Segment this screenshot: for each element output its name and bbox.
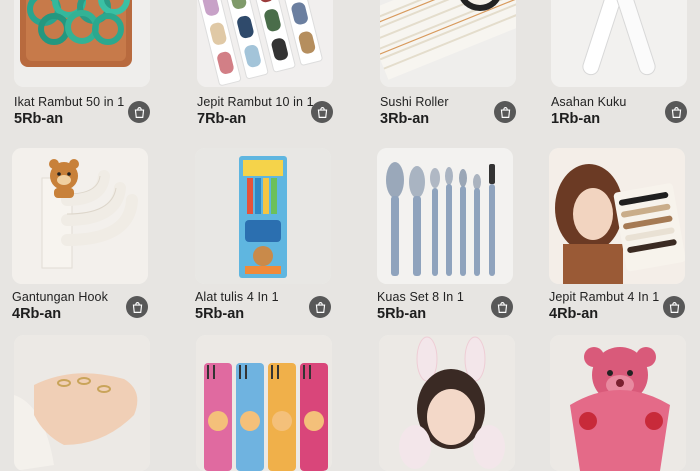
product-price: 5Rb-an xyxy=(14,111,64,127)
add-to-cart-button[interactable] xyxy=(665,101,687,123)
product-image[interactable] xyxy=(377,148,513,284)
product-name: Ikat Rambut 50 in 1 xyxy=(14,95,125,109)
product-price: 5Rb-an xyxy=(195,306,245,322)
product-image[interactable] xyxy=(195,148,331,284)
product-price: 5Rb-an xyxy=(377,306,427,322)
product-price: 7Rb-an xyxy=(197,111,247,127)
add-to-cart-button[interactable] xyxy=(491,296,513,318)
add-to-cart-button[interactable] xyxy=(311,101,333,123)
product-price: 4Rb-an xyxy=(12,306,62,322)
product-image[interactable] xyxy=(14,0,150,87)
shopping-bag-icon xyxy=(315,301,325,313)
add-to-cart-button[interactable] xyxy=(309,296,331,318)
product-name: Kuas Set 8 In 1 xyxy=(377,290,464,304)
shopping-bag-icon xyxy=(134,106,144,118)
product-image[interactable] xyxy=(549,148,685,284)
product-price: 1Rb-an xyxy=(551,111,601,127)
add-to-cart-button[interactable] xyxy=(494,101,516,123)
product-name: Gantungan Hook xyxy=(12,290,108,304)
product-name: Jepit Rambut 4 In 1 xyxy=(549,290,660,304)
shopping-bag-icon xyxy=(669,301,679,313)
shopping-bag-icon xyxy=(132,301,142,313)
product-price: 4Rb-an xyxy=(549,306,599,322)
product-image[interactable] xyxy=(197,0,333,87)
add-to-cart-button[interactable] xyxy=(126,296,148,318)
shopping-bag-icon xyxy=(497,301,507,313)
product-image[interactable] xyxy=(12,148,148,284)
product-price: 3Rb-an xyxy=(380,111,430,127)
product-name: Asahan Kuku xyxy=(551,95,627,109)
shopping-bag-icon xyxy=(500,106,510,118)
product-image[interactable] xyxy=(551,0,687,87)
shopping-bag-icon xyxy=(317,106,327,118)
product-name: Jepit Rambut 10 in 1 xyxy=(197,95,314,109)
product-image[interactable] xyxy=(14,335,150,471)
product-name: Sushi Roller xyxy=(380,95,449,109)
product-image[interactable] xyxy=(379,335,515,471)
add-to-cart-button[interactable] xyxy=(128,101,150,123)
add-to-cart-button[interactable] xyxy=(663,296,685,318)
product-image[interactable] xyxy=(380,0,516,87)
shopping-bag-icon xyxy=(671,106,681,118)
product-image[interactable] xyxy=(196,335,332,471)
product-image[interactable] xyxy=(550,335,686,471)
product-name: Alat tulis 4 In 1 xyxy=(195,290,279,304)
